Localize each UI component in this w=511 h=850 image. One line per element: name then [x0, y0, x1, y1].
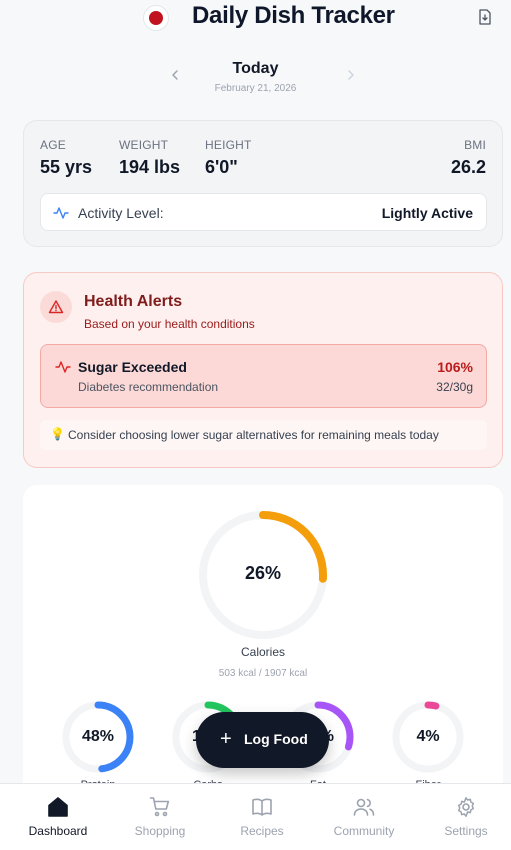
home-icon — [48, 797, 68, 817]
book-icon — [252, 798, 272, 816]
bottom-navigation: Dashboard Shopping Recipes Community Set… — [0, 783, 511, 850]
nav-label: Settings — [444, 824, 488, 838]
users-icon — [353, 798, 375, 816]
log-food-label: Log Food — [244, 731, 308, 747]
activity-icon — [53, 207, 69, 219]
cart-icon — [149, 797, 170, 817]
activity-level-row[interactable]: Activity Level: Lightly Active — [40, 193, 487, 231]
plus-icon: + — [220, 728, 232, 750]
calories-percent: 26% — [244, 563, 282, 583]
stat-value: 6'0" — [205, 157, 238, 177]
apple-logo-icon — [143, 5, 169, 31]
nav-label: Recipes — [240, 824, 284, 838]
stat-bmi: BMI 26.2 — [451, 138, 486, 178]
alert-tip: 💡 Consider choosing lower sugar alternat… — [40, 420, 487, 450]
nav-item-recipes[interactable]: Recipes — [211, 784, 313, 850]
stat-age: AGE 55 yrs — [40, 138, 92, 178]
stat-value: 194 lbs — [119, 157, 181, 177]
nav-item-community[interactable]: Community — [313, 784, 415, 850]
date-title: Today — [232, 60, 279, 77]
nav-label: Shopping — [134, 824, 186, 838]
gear-icon — [457, 797, 475, 817]
alert-item-sugar[interactable]: Sugar Exceeded Diabetes recommendation 1… — [40, 344, 487, 408]
app-title: Daily Dish Tracker — [192, 2, 395, 29]
date-navigation: Today February 21, 2026 — [0, 58, 511, 98]
profile-card: AGE 55 yrs WEIGHT 194 lbs HEIGHT 6'0" BM… — [23, 120, 503, 247]
stat-weight: WEIGHT 194 lbs — [119, 138, 180, 178]
fiber-percent: 4% — [416, 728, 440, 745]
alerts-title: Health Alerts — [84, 293, 183, 310]
date-subtitle: February 21, 2026 — [214, 83, 297, 94]
lightbulb-icon: 💡 — [50, 427, 65, 441]
nav-label: Community — [333, 824, 395, 838]
nav-item-settings[interactable]: Settings — [415, 784, 511, 850]
activity-value: Lightly Active — [381, 205, 473, 221]
calories-name: Calories — [240, 645, 285, 659]
app-header: Daily Dish Tracker — [0, 0, 511, 40]
alert-triangle-icon — [40, 291, 72, 323]
protein-percent: 48% — [81, 728, 115, 745]
stat-label: HEIGHT — [205, 138, 252, 152]
stat-label: WEIGHT — [119, 138, 169, 152]
activity-label: Activity Level: — [78, 205, 164, 221]
calories-detail: 503 kcal / 1907 kcal — [218, 668, 308, 679]
alert-name: Sugar Exceeded — [78, 359, 187, 375]
health-alerts-card: Health Alerts Based on your health condi… — [23, 272, 503, 468]
nav-label: Dashboard — [28, 824, 88, 838]
nav-item-dashboard[interactable]: Dashboard — [7, 784, 109, 850]
stat-value: 55 yrs — [40, 157, 93, 177]
alert-amount: 32/30g — [436, 380, 473, 394]
chevron-right-icon[interactable] — [344, 68, 358, 82]
alert-recommendation: Diabetes recommendation — [78, 380, 219, 394]
alerts-subtitle: Based on your health conditions — [84, 317, 255, 331]
file-download-icon[interactable] — [478, 9, 492, 25]
alert-percent: 106% — [437, 359, 473, 375]
activity-icon — [55, 361, 71, 373]
stat-label: BMI — [464, 138, 486, 152]
stat-label: AGE — [40, 138, 66, 152]
nav-item-shopping[interactable]: Shopping — [109, 784, 211, 850]
stat-height: HEIGHT 6'0" — [205, 138, 252, 178]
log-food-button[interactable]: + Log Food — [196, 712, 329, 768]
stat-value: 26.2 — [450, 157, 486, 177]
tip-text: Consider choosing lower sugar alternativ… — [68, 428, 439, 442]
